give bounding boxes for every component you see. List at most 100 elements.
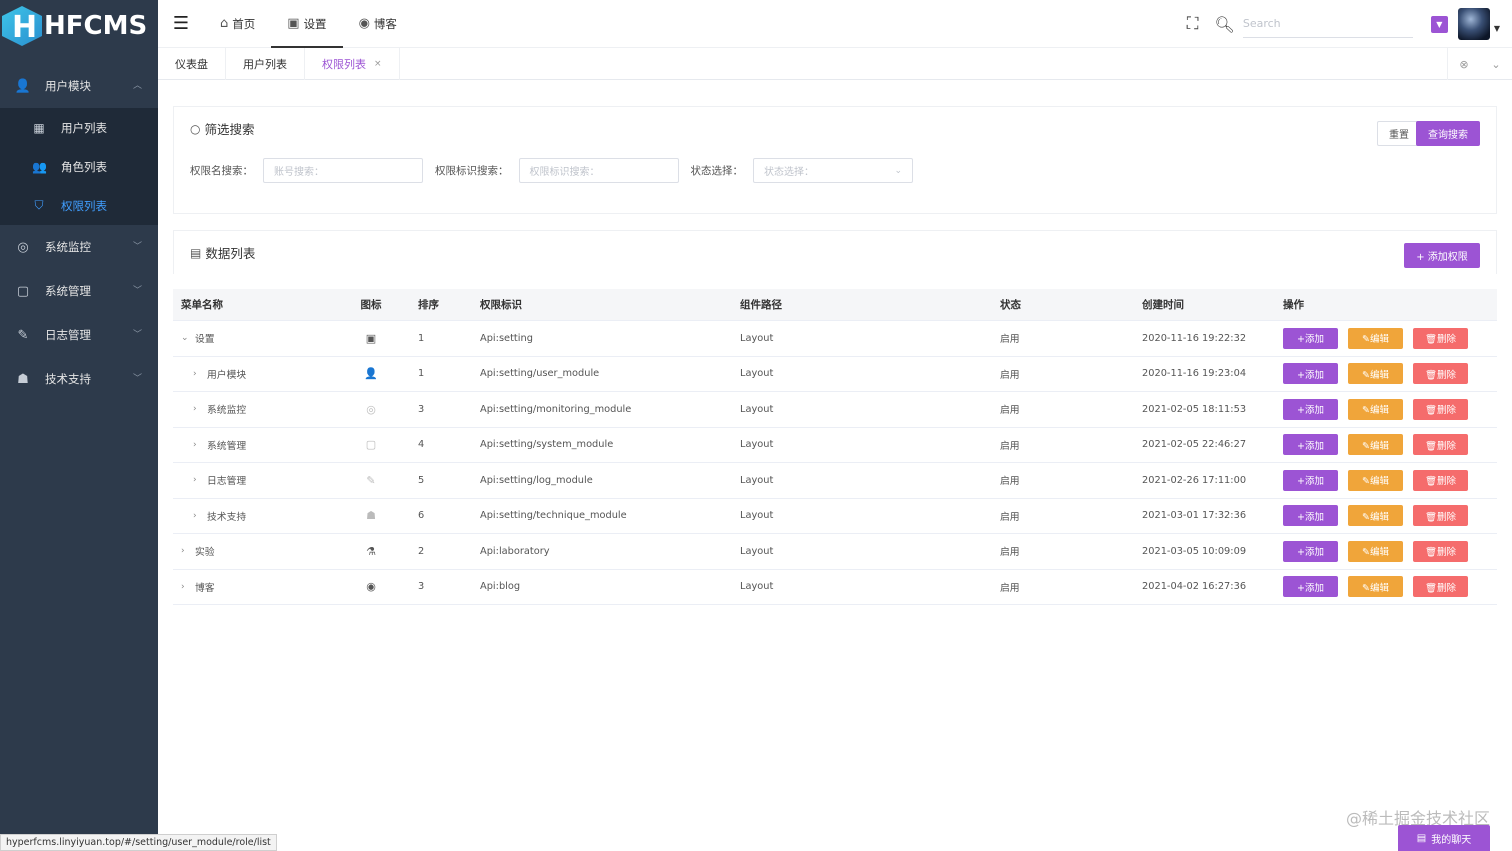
actions-cell: +添加 ✎编辑 🗑删除 xyxy=(1275,505,1495,527)
perm-key-input[interactable]: 权限标识搜索： xyxy=(518,158,679,183)
tag-0[interactable]: 仪表盘 xyxy=(158,47,226,80)
sort-cell: 6 xyxy=(418,510,425,522)
search-icon[interactable]: 🔍︎ xyxy=(1215,15,1235,34)
status-cell: 启用 xyxy=(1000,405,1020,417)
row-add-button[interactable]: +添加 xyxy=(1283,434,1338,456)
top-nav-0[interactable]: ⌂ 首页 xyxy=(204,0,271,48)
table-row: › 系统管理 ▢ 4 Api:setting/system_module Layout 启用… xyxy=(173,428,1497,463)
fullscreen-icon[interactable]: ⛶ xyxy=(1187,14,1199,34)
perm-name-input[interactable]: 账号搜索： xyxy=(263,158,423,183)
row-edit-button[interactable]: ✎编辑 xyxy=(1348,398,1403,420)
sidebar-item-0[interactable]: ▦ 用户列表 xyxy=(0,108,158,147)
row-edit-button[interactable]: ✎编辑 xyxy=(1348,505,1403,527)
row-delete-button[interactable]: 🗑删除 xyxy=(1413,505,1468,527)
icon-cell: ✎ xyxy=(332,474,410,487)
menu-group: ☗ 技术支持 ﹀ xyxy=(0,357,158,401)
reset-button[interactable]: 重置 xyxy=(1377,121,1421,146)
icon-cell: ☗ xyxy=(332,509,410,522)
actions-cell: +添加 ✎编辑 🗑删除 xyxy=(1275,434,1495,456)
sidebar-group-2[interactable]: ▢ 系统管理 ﹀ xyxy=(0,269,158,313)
chevron-right-icon[interactable]: › xyxy=(193,369,207,379)
query-button[interactable]: 查询搜索 xyxy=(1416,121,1480,146)
table-header: 菜单名称 图标 排序 权限标识 组件路径 状态 创建时间 操作 xyxy=(173,289,1497,321)
top-nav-1[interactable]: ▣ 设置 xyxy=(271,0,343,48)
row-delete-button[interactable]: 🗑删除 xyxy=(1413,540,1468,562)
menu-name-cell: › 系统监控 xyxy=(173,402,332,416)
actions-cell: +添加 ✎编辑 🗑删除 xyxy=(1275,576,1495,598)
menu-name: 博客 xyxy=(195,582,215,594)
row-edit-button[interactable]: ✎编辑 xyxy=(1348,327,1403,349)
caret-down-icon[interactable]: ▼ xyxy=(1494,24,1500,33)
tag-2[interactable]: 权限列表 × xyxy=(305,47,400,80)
row-edit-button[interactable]: ✎编辑 xyxy=(1348,469,1403,491)
logo[interactable]: H HFCMS xyxy=(0,0,158,52)
list-title-text: 数据列表 xyxy=(205,246,256,261)
row-add-button[interactable]: +添加 xyxy=(1283,540,1338,562)
icon-cell: ▢ xyxy=(332,438,410,451)
search-input[interactable] xyxy=(1242,10,1413,38)
hamburger-icon[interactable]: ☰ xyxy=(158,0,204,48)
chevron-down-icon: ⌄ xyxy=(894,165,902,176)
sidebar-menu: 👤 用户模块 ︿ ▦ 用户列表 👥 角色列表 ⛉ 权限列表 ◎ 系统监控 ﹀ ▢ 系统管理 ﹀ ✎ 日志管理 ﹀ ☗… xyxy=(0,64,158,401)
sidebar-group-1[interactable]: ◎ 系统监控 ﹀ xyxy=(0,225,158,269)
row-add-button[interactable]: +添加 xyxy=(1283,505,1338,527)
sort-cell: 1 xyxy=(418,368,425,380)
row-delete-button[interactable]: 🗑删除 xyxy=(1413,363,1468,385)
sidebar-group-label: 用户模块 xyxy=(45,79,91,93)
created-cell: 2021-03-01 17:32:36 xyxy=(1142,510,1247,522)
close-circle-icon[interactable]: ⊗ xyxy=(1448,58,1480,71)
sort-cell: 4 xyxy=(418,439,425,451)
row-edit-button[interactable]: ✎编辑 xyxy=(1348,576,1403,598)
row-delete-button[interactable]: 🗑删除 xyxy=(1413,398,1468,420)
top-nav-2[interactable]: ◉ 博客 xyxy=(343,0,413,48)
close-icon[interactable]: × xyxy=(374,59,382,69)
row-add-button[interactable]: +添加 xyxy=(1283,363,1338,385)
chevron-right-icon[interactable]: › xyxy=(181,582,195,592)
filter-card: ○ 筛选搜索 重置 查询搜索 权限名搜索： 账号搜索： 权限标识搜索： 权限标识… xyxy=(173,106,1497,214)
row-add-button[interactable]: +添加 xyxy=(1283,469,1338,491)
table-row: › 技术支持 ☗ 6 Api:setting/technique_module Layou… xyxy=(173,499,1497,534)
top-nav-label: 首页 xyxy=(232,16,256,31)
sidebar-group-4[interactable]: ☗ 技术支持 ﹀ xyxy=(0,357,158,401)
row-add-button[interactable]: +添加 xyxy=(1283,327,1338,349)
perm-cell: Api:setting/monitoring_module xyxy=(480,403,632,415)
perm-cell: Api:setting/log_module xyxy=(480,474,593,486)
row-edit-button[interactable]: ✎编辑 xyxy=(1348,363,1403,385)
sidebar-item-1[interactable]: 👥 角色列表 xyxy=(0,147,158,186)
menu-name-cell: › 博客 xyxy=(173,580,332,594)
chevron-right-icon[interactable]: › xyxy=(193,404,207,414)
chevron-down-icon[interactable]: ⌄ xyxy=(1480,58,1512,71)
tag-label: 权限列表 xyxy=(322,57,366,71)
menu-name-cell: › 技术支持 xyxy=(173,509,332,523)
avatar[interactable] xyxy=(1457,8,1490,40)
menu-name: 日志管理 xyxy=(207,476,247,488)
row-add-button[interactable]: +添加 xyxy=(1283,576,1338,598)
row-delete-button[interactable]: 🗑删除 xyxy=(1413,576,1468,598)
chevron-down-icon[interactable]: ⌄ xyxy=(181,333,195,343)
created-cell: 2021-02-26 17:11:00 xyxy=(1142,474,1247,486)
sidebar-group-0[interactable]: 👤 用户模块 ︿ xyxy=(0,64,158,108)
menu-name: 用户模块 xyxy=(207,369,247,381)
user-icon: 👤 xyxy=(14,78,32,94)
row-delete-button[interactable]: 🗑删除 xyxy=(1413,327,1468,349)
sidebar-item-2[interactable]: ⛉ 权限列表 xyxy=(0,186,158,225)
column-header: 权限标识 xyxy=(480,299,522,311)
chevron-down-icon[interactable]: ▼ xyxy=(1430,15,1448,33)
chevron-right-icon[interactable]: › xyxy=(193,511,207,521)
tag-list: 仪表盘 用户列表 权限列表 × xyxy=(158,47,400,80)
row-edit-button[interactable]: ✎编辑 xyxy=(1348,434,1403,456)
row-delete-button[interactable]: 🗑删除 xyxy=(1413,469,1468,491)
row-add-button[interactable]: +添加 xyxy=(1283,398,1338,420)
chevron-right-icon[interactable]: › xyxy=(181,546,195,556)
sidebar-group-3[interactable]: ✎ 日志管理 ﹀ xyxy=(0,313,158,357)
row-delete-button[interactable]: 🗑删除 xyxy=(1413,434,1468,456)
chevron-right-icon[interactable]: › xyxy=(193,475,207,485)
my-chat-button[interactable]: ▤ 我的聊天 xyxy=(1398,825,1490,851)
add-permission-button[interactable]: + 添加权限 xyxy=(1404,243,1480,268)
header-right: ⛶ 🔍︎ ▼ ▼ xyxy=(1187,0,1512,48)
table-row: ⌄ 设置 ▣ 1 Api:setting Layout 启用 2020-11-16 19:22… xyxy=(173,321,1497,357)
chevron-right-icon[interactable]: › xyxy=(193,440,207,450)
status-select[interactable]: 状态选择： ⌄ xyxy=(753,158,913,183)
tag-1[interactable]: 用户列表 xyxy=(226,47,305,80)
row-edit-button[interactable]: ✎编辑 xyxy=(1348,540,1403,562)
